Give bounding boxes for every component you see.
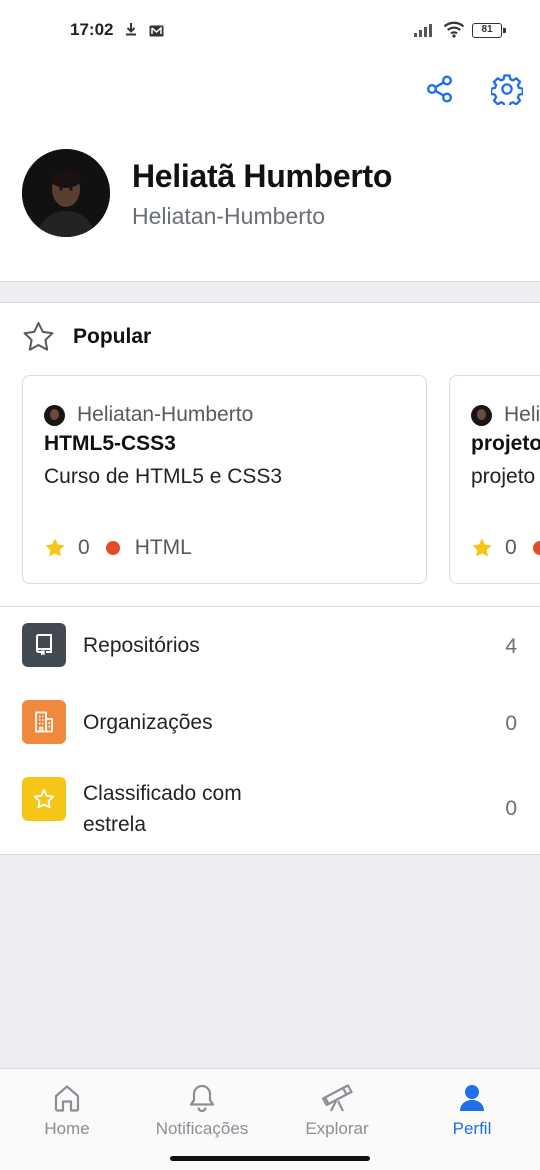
profile-name: Heliatã Humberto (132, 158, 393, 194)
profile-login: Heliatan-Humberto (132, 203, 326, 229)
menu-item-repositories[interactable]: Repositórios 4 (0, 623, 540, 669)
wifi-icon (443, 21, 465, 43)
mail-icon (149, 24, 164, 42)
nav-home[interactable]: Home (2, 1083, 132, 1139)
nav-label-explore: Explorar (305, 1119, 369, 1138)
share-icon (427, 75, 453, 103)
nav-label-home: Home (44, 1119, 90, 1138)
repo-card[interactable]: Heliatan-Humberto HTML5-CSS3 Curso de HT… (22, 375, 427, 584)
card-meta: 0 (471, 536, 540, 560)
organization-icon (22, 700, 66, 744)
repo-icon (22, 623, 66, 667)
share-button[interactable] (420, 69, 460, 109)
language-dot (532, 541, 540, 555)
card-repo-name: projeto (471, 432, 540, 455)
card-owner-row: Heliatan-Humberto (44, 403, 253, 427)
star-filled-icon (472, 538, 492, 557)
star-filled-icon (45, 538, 65, 557)
menu-label-organizations: Organizações (83, 711, 213, 734)
settings-button[interactable] (487, 69, 527, 109)
star-icon (22, 777, 66, 821)
telescope-icon (321, 1084, 353, 1112)
menu-item-organizations[interactable]: Organizações 0 (0, 700, 540, 746)
owner-avatar (471, 404, 492, 426)
home-icon (54, 1085, 80, 1112)
home-indicator[interactable] (170, 1156, 370, 1161)
bell-icon (189, 1084, 215, 1113)
menu-label-repositories: Repositórios (83, 634, 200, 657)
language-dot (105, 541, 120, 555)
nav-label-profile: Perfil (452, 1119, 492, 1138)
card-star-count: 0 (505, 536, 517, 559)
status-bar: 17:02 81 (0, 0, 540, 62)
profile-menu: Repositórios 4 Organizações 0 Classifica… (0, 606, 540, 855)
popular-title: Popular (73, 325, 152, 348)
popular-section: Popular Heliatan-Humberto HTML5-CSS3 Cur… (0, 302, 540, 606)
nav-label-notifications: Notificações (155, 1119, 249, 1138)
nav-profile[interactable]: Perfil (407, 1083, 537, 1139)
star-outline-icon (23, 322, 54, 351)
menu-count-starred: 0 (505, 797, 517, 820)
nav-explore[interactable]: Explorar (272, 1083, 402, 1139)
menu-count-repositories: 4 (505, 635, 517, 658)
card-language: HTML (134, 536, 192, 559)
nav-notifications[interactable]: Notificações (137, 1083, 267, 1139)
card-star-count: 0 (78, 536, 90, 559)
bottom-nav: Home Notificações Explorar Perfil (0, 1068, 540, 1170)
menu-label-starred: Classificado com estrela (83, 782, 242, 836)
card-repo-name: HTML5-CSS3 (44, 432, 176, 455)
download-icon (124, 22, 138, 41)
menu-item-starred[interactable]: Classificado com estrela 0 (0, 777, 540, 839)
card-owner-row: Heliatan-Humberto (471, 403, 540, 427)
card-description: projeto (471, 465, 536, 488)
profile-header: Heliatã Humberto Heliatan-Humberto (0, 62, 540, 282)
card-owner: Heliatan-Humberto (504, 403, 540, 426)
repo-card[interactable]: Heliatan-Humberto projeto projeto 0 (449, 375, 540, 584)
menu-count-organizations: 0 (505, 712, 517, 735)
gear-icon (491, 74, 523, 105)
person-icon (460, 1085, 484, 1111)
profile-screen: 17:02 81 Heliatã Humberto Heliatan-Humbe… (0, 0, 540, 1170)
avatar[interactable] (22, 149, 110, 237)
card-description: Curso de HTML5 e CSS3 (44, 465, 283, 488)
card-meta: 0 HTML (44, 536, 192, 560)
card-owner: Heliatan-Humberto (77, 403, 254, 426)
signal-icon (414, 23, 436, 42)
popular-header: Popular (22, 320, 151, 354)
owner-avatar (44, 404, 65, 426)
status-time: 17:02 (70, 20, 114, 39)
battery-indicator: 81 (472, 23, 506, 38)
